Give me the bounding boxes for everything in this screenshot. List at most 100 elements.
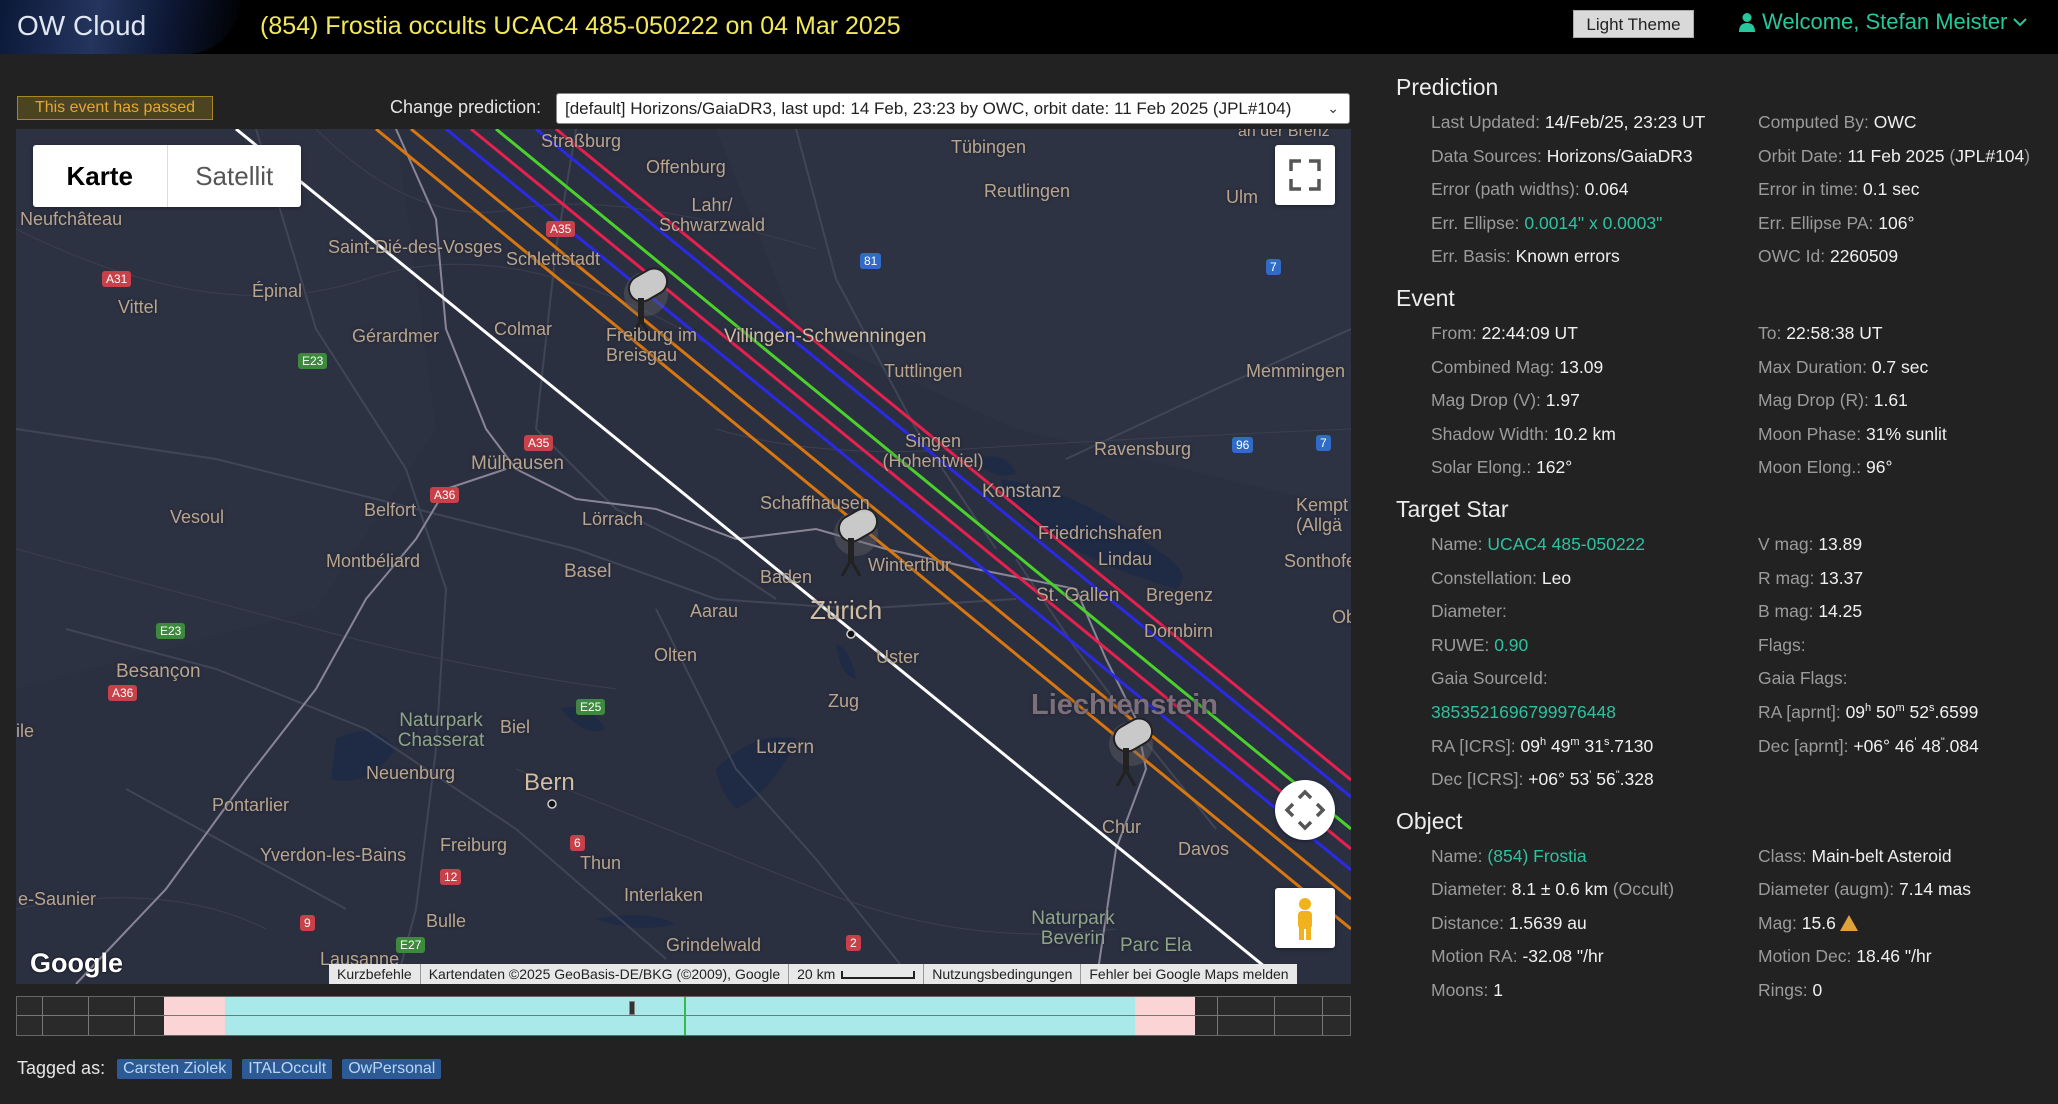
field-label: Data Sources:: [1431, 145, 1542, 166]
tag-chip[interactable]: Carsten Ziolek: [117, 1058, 233, 1079]
terms-link[interactable]: Nutzungsbedingungen: [923, 964, 1080, 984]
field-value: 13.09: [1559, 356, 1604, 377]
unit-h: h: [1865, 702, 1872, 715]
last-updated-field: Last Updated: 14/Feb/25, 23:23 UT: [1431, 109, 1758, 143]
ra-icrs-field: RA [ICRS]: 09h 49m 31s.7130: [1431, 733, 1758, 767]
field-label: Computed By:: [1758, 112, 1869, 132]
field-label: Flags:: [1758, 634, 1806, 655]
mag-drop-r-field: Mag Drop (R): 1.61: [1758, 387, 2058, 421]
road-badge: E23: [156, 623, 186, 639]
map-view[interactable]: Straßburg Offenburg Tübingen Reutlingen …: [16, 129, 1351, 984]
solar-elong-field: Solar Elong.: 162°: [1431, 454, 1758, 488]
owc-id-field: OWC Id: 2260509: [1758, 243, 2058, 277]
ra-seconds: 31: [1584, 735, 1604, 756]
map-type-karte-button[interactable]: Karte: [33, 145, 168, 207]
map-place-label: Épinal: [252, 281, 303, 301]
to-field: To: 22:58:38 UT: [1758, 320, 2058, 354]
field-label: Mag Drop (V):: [1431, 390, 1541, 411]
timeline-current-marker[interactable]: [628, 1001, 635, 1015]
field-label: Diameter (augm):: [1758, 879, 1895, 900]
map-place-label: Thun: [580, 853, 622, 873]
field-label: Name:: [1431, 533, 1483, 554]
logo-text: OW Cloud: [17, 10, 147, 41]
map-data-attribution: Kartendaten ©2025 GeoBasis-DE/BKG (©2009…: [419, 964, 788, 984]
map-place-label: Naturpark Beverin: [1031, 908, 1115, 949]
field-label: Class:: [1758, 845, 1807, 866]
ra-seconds: 52: [1909, 701, 1930, 722]
prediction-select[interactable]: [default] Horizons/GaiaDR3, last upd: 14…: [556, 93, 1350, 124]
ra-minutes: 49: [1550, 735, 1571, 756]
fullscreen-icon: [1289, 159, 1321, 191]
map-place-label: Tuttlingen: [884, 361, 963, 381]
object-name-field: Name: (854) Frostia: [1431, 843, 1758, 877]
map-place-label: Vittel: [118, 297, 158, 317]
timeline-central-line: [683, 997, 686, 1035]
road-badge: E25: [576, 699, 606, 715]
map-place-label: Basel: [564, 561, 612, 582]
chevron-down-icon: ⌄: [1327, 100, 1339, 116]
map-place-label: an der Brenz: [1238, 129, 1330, 140]
road-badge: A36: [108, 685, 138, 701]
field-value: 14/Feb/25, 23:23 UT: [1544, 112, 1706, 132]
field-label: Diameter:: [1431, 879, 1507, 900]
tag-chip[interactable]: OwPersonal: [342, 1058, 442, 1079]
street-view-button[interactable]: [1275, 888, 1335, 948]
object-name-link[interactable]: (854) Frostia: [1487, 846, 1586, 866]
field-label: To:: [1758, 322, 1782, 343]
event-passed-badge: This event has passed: [17, 96, 213, 120]
fullscreen-button[interactable]: [1275, 145, 1335, 205]
dec-fraction: .328: [1619, 769, 1654, 790]
field-label: Constellation:: [1431, 567, 1538, 588]
road-badge: E27: [396, 937, 426, 953]
map-scale[interactable]: 20 km: [788, 964, 923, 984]
map-place-label: Vesoul: [170, 507, 225, 527]
dec-fraction: .084: [1944, 735, 1979, 756]
map-type-satellit-button[interactable]: Satellit: [168, 145, 302, 207]
diameter-source: (Occult): [1612, 879, 1675, 900]
orbit-ref-link[interactable]: JPL#104: [1955, 146, 2024, 166]
unit-arcmin: ': [1589, 769, 1592, 782]
map-place-label: e-Saunier: [18, 889, 97, 909]
star-name-link[interactable]: UCAC4 485-050222: [1487, 534, 1645, 554]
field-label: Gaia SourceId:: [1431, 668, 1548, 689]
scale-bar: [841, 971, 916, 980]
field-value: 1.61: [1873, 390, 1908, 411]
section-title: Event: [1396, 284, 1455, 311]
event-section: Event From: 22:44:09 UT To: 22:58:38 UT …: [1396, 285, 2046, 488]
app-logo[interactable]: OW Cloud: [0, 0, 240, 54]
field-label: Mag:: [1758, 912, 1797, 933]
field-label: Shadow Width:: [1431, 423, 1549, 444]
map-place-label: Baden: [760, 567, 813, 587]
dec-seconds: 56: [1596, 769, 1616, 790]
map-place-label: Bern: [524, 769, 575, 796]
light-theme-button[interactable]: Light Theme: [1573, 10, 1694, 38]
keyboard-shortcuts-link[interactable]: Kurzbefehle: [329, 964, 420, 984]
map-place-label: Neufchâteau: [20, 209, 123, 229]
from-field: From: 22:44:09 UT: [1431, 320, 1758, 354]
field-value: Horizons/GaiaDR3: [1546, 145, 1693, 166]
timeline-tick: [1216, 997, 1218, 1035]
tag-chip[interactable]: ITALOccult: [242, 1058, 333, 1079]
moon-elong-field: Moon Elong.: 96°: [1758, 454, 2058, 488]
event-timeline[interactable]: [16, 996, 1351, 1036]
map-place-label: Yverdon-les-Bains: [260, 845, 407, 865]
user-menu[interactable]: Welcome, Stefan Meister: [1738, 9, 2028, 35]
r-mag-field: R mag: 13.37: [1758, 565, 2058, 599]
field-label: Orbit Date:: [1758, 145, 1843, 166]
dec-icrs-field: Dec [ICRS]: +06° 53' 56".328: [1431, 766, 1758, 800]
field-label: Mag Drop (R):: [1758, 390, 1869, 411]
moons-field: Moons: 1: [1431, 977, 1758, 1011]
field-value: 09h 50m 52s.6599: [1846, 702, 1979, 722]
report-error-link[interactable]: Fehler bei Google Maps melden: [1080, 964, 1296, 984]
object-section: Object Name: (854) Frostia Class: Main-b…: [1396, 808, 2046, 1011]
gaia-sourceid-link[interactable]: 3853521696799976448: [1431, 702, 1616, 722]
field-label: Last Updated:: [1431, 112, 1540, 132]
err-ellipse-link[interactable]: 0.0014" x 0.0003": [1524, 213, 1662, 233]
field-label: Error in time:: [1758, 179, 1859, 200]
field-value: 7.14 mas: [1899, 879, 1972, 900]
map-place-label: Gérardmer: [352, 326, 440, 346]
field-value: +06° 53' 56".328: [1528, 769, 1653, 789]
map-place-label: Straßburg: [541, 131, 622, 151]
map-pan-control[interactable]: [1275, 780, 1335, 840]
warning-icon[interactable]: [1839, 914, 1858, 931]
